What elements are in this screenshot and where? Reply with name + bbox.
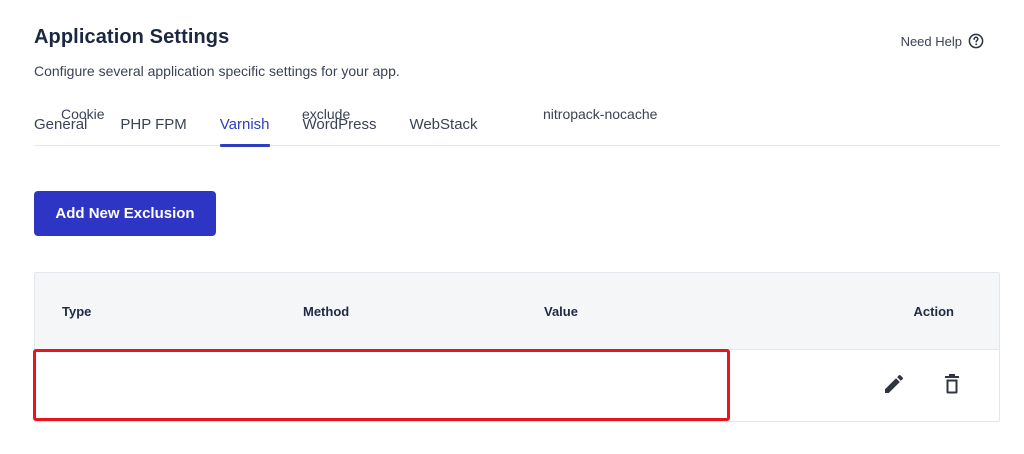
tab-webstack[interactable]: WebStack (409, 115, 477, 146)
column-header-type: Type (62, 304, 92, 319)
cell-type: Cookie (61, 106, 105, 122)
cell-method: exclude (302, 106, 351, 122)
tab-varnish[interactable]: Varnish (219, 115, 270, 147)
column-header-value: Value (544, 304, 578, 319)
tab-php-fpm[interactable]: PHP FPM (120, 115, 186, 146)
page-subtitle: Configure several application specific s… (34, 63, 400, 79)
trash-icon (940, 372, 964, 401)
column-header-action: Action (913, 304, 954, 319)
delete-button[interactable] (939, 373, 965, 399)
column-header-method: Method (303, 304, 350, 319)
cell-value: nitropack-nocache (543, 106, 658, 122)
settings-tabs: General PHP FPM Varnish WordPress WebSta… (34, 115, 1000, 147)
need-help-label: Need Help (900, 33, 962, 49)
pencil-icon (882, 372, 906, 401)
question-circle-icon (968, 33, 984, 49)
add-new-exclusion-button[interactable]: Add New Exclusion (34, 191, 216, 236)
need-help-link[interactable]: Need Help (901, 33, 984, 49)
table-header: Type Method Value Action (35, 273, 999, 350)
exclusions-table: Type Method Value Action (34, 272, 1000, 422)
edit-button[interactable] (881, 373, 907, 399)
page-title: Application Settings (34, 26, 230, 48)
